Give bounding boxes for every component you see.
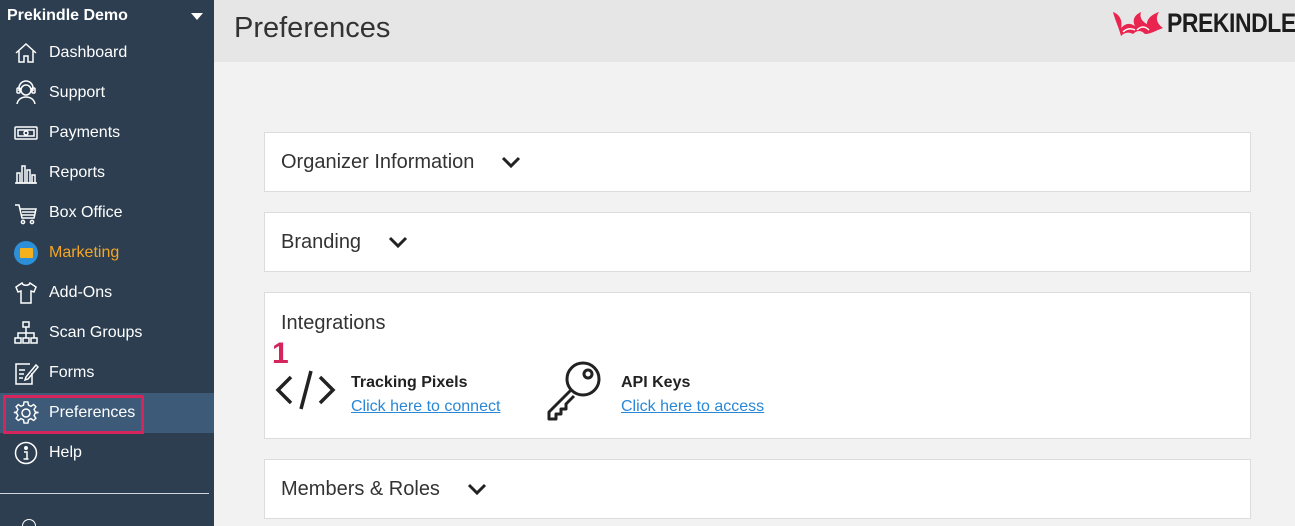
- tracking-pixels-integration: Tracking Pixels Click here to connect: [275, 367, 500, 416]
- sidebar-item-preferences[interactable]: Preferences: [0, 393, 214, 434]
- chevron-down-icon: [467, 482, 487, 496]
- sidebar-item-label: Add-Ons: [49, 284, 113, 301]
- caret-down-icon: [191, 12, 203, 20]
- hierarchy-icon: [12, 319, 40, 347]
- sidebar-item-box-office[interactable]: Box Office: [0, 193, 214, 233]
- sidebar-item-label: Marketing: [49, 244, 120, 261]
- panel-header-organizer[interactable]: Organizer Information: [265, 133, 1250, 191]
- sidebar-item-marketing[interactable]: Marketing: [0, 233, 214, 273]
- sidebar-item-reports[interactable]: Reports: [0, 153, 214, 193]
- sidebar-item-label: Scan Groups: [49, 324, 143, 341]
- sidebar-item-forms[interactable]: Forms: [0, 353, 214, 393]
- sidebar-item-label: Payments: [49, 124, 121, 141]
- sidebar-item-label: Box Office: [49, 204, 123, 221]
- panel-title: Organizer Information: [281, 150, 475, 173]
- logo-text: PREKINDLE: [1167, 7, 1295, 38]
- cash-icon: [12, 119, 40, 147]
- org-name: Prekindle Demo: [7, 7, 128, 24]
- chevron-down-icon: [388, 235, 408, 249]
- panel-header-members[interactable]: Members & Roles: [265, 460, 1250, 518]
- step-number: 1: [272, 337, 289, 370]
- panel-integrations: Integrations 1 Tracking Pixels Click her…: [264, 292, 1251, 439]
- connect-tracking-link[interactable]: Click here to connect: [351, 398, 500, 416]
- panel-title: Branding: [281, 230, 362, 253]
- sidebar-item-label: Reports: [49, 164, 106, 181]
- chevron-down-icon: [501, 155, 521, 169]
- sidebar-item-support[interactable]: Support: [0, 73, 214, 113]
- sidebar: Prekindle Demo Dashboard Support Payment…: [0, 0, 214, 526]
- panel-branding: Branding: [264, 212, 1251, 272]
- api-keys-integration: API Keys Click here to access: [543, 359, 764, 423]
- sidebar-divider: [0, 493, 209, 494]
- integration-label: Tracking Pixels: [351, 374, 468, 391]
- partial-icon: [22, 519, 36, 526]
- info-icon: [12, 439, 40, 467]
- cart-icon: [12, 199, 40, 227]
- key-icon: [543, 359, 605, 423]
- panel-members-roles: Members & Roles: [264, 459, 1251, 519]
- code-icon: [275, 367, 336, 413]
- sidebar-item-label: Support: [49, 84, 106, 101]
- prekindle-logo[interactable]: PREKINDLE: [1111, 6, 1295, 40]
- bar-chart-icon: [12, 159, 40, 187]
- panel-title: Integrations: [281, 312, 386, 334]
- sidebar-item-help[interactable]: Help: [0, 433, 214, 473]
- sidebar-item-label: Help: [49, 444, 82, 461]
- access-api-keys-link[interactable]: Click here to access: [621, 398, 764, 416]
- panel-title: Members & Roles: [281, 477, 440, 500]
- home-icon: [12, 39, 40, 67]
- integration-label: API Keys: [621, 374, 691, 391]
- pencil-form-icon: [12, 359, 40, 387]
- page-header: Preferences PREKINDLE: [214, 0, 1295, 62]
- envelope-icon: [12, 239, 40, 267]
- gear-icon: [12, 399, 40, 427]
- page-title: Preferences: [234, 12, 391, 44]
- sidebar-item-payments[interactable]: Payments: [0, 113, 214, 153]
- sidebar-item-dashboard[interactable]: Dashboard: [0, 33, 214, 73]
- flame-icon: [1113, 12, 1163, 36]
- sidebar-nav: Dashboard Support Payments Reports Box O…: [0, 33, 214, 473]
- panel-header-branding[interactable]: Branding: [265, 213, 1250, 271]
- headset-icon: [12, 79, 40, 107]
- sidebar-item-add-ons[interactable]: Add-Ons: [0, 273, 214, 313]
- shirt-icon: [12, 279, 40, 307]
- panel-organizer-information: Organizer Information: [264, 132, 1251, 192]
- org-switcher[interactable]: Prekindle Demo: [0, 0, 214, 32]
- sidebar-item-label: Preferences: [49, 404, 136, 421]
- sidebar-item-label: Dashboard: [49, 44, 128, 61]
- sidebar-item-label: Forms: [49, 364, 95, 381]
- sidebar-item-scan-groups[interactable]: Scan Groups: [0, 313, 214, 353]
